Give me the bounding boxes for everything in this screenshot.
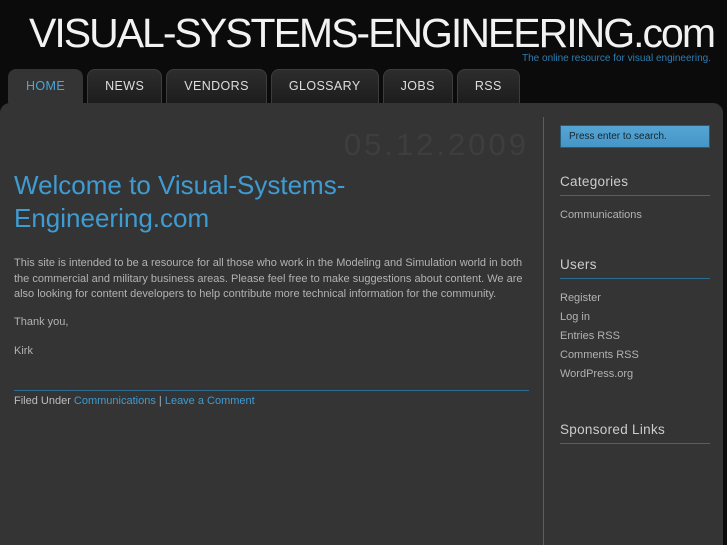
page: VISUAL-SYSTEMS-ENGINEERING.com The onlin… bbox=[0, 0, 727, 545]
tab-jobs[interactable]: JOBS bbox=[382, 69, 453, 103]
leave-comment-link[interactable]: Leave a Comment bbox=[165, 395, 255, 407]
list-item: Entries RSS bbox=[560, 326, 710, 345]
filed-under-label: Filed Under bbox=[14, 394, 71, 407]
sidebar: Categories Communications Users Register… bbox=[543, 117, 723, 545]
category-link[interactable]: Communications bbox=[74, 395, 156, 407]
post-footer: Filed Under Communications | Leave a Com… bbox=[14, 395, 529, 407]
post-article: 05.12.2009 Welcome to Visual-Systems- En… bbox=[0, 103, 543, 545]
tab-vendors[interactable]: VENDORS bbox=[166, 69, 267, 103]
sidebar-link-comments-rss[interactable]: Comments RSS bbox=[560, 349, 639, 361]
sidebar-link-wordpress-org[interactable]: WordPress.org bbox=[560, 368, 633, 380]
post-thanks: Thank you, bbox=[14, 315, 69, 328]
main-nav: HOME NEWS VENDORS GLOSSARY JOBS RSS bbox=[8, 69, 727, 103]
footer-separator: | bbox=[158, 394, 162, 407]
sidebar-section-categories: Categories Communications bbox=[560, 174, 710, 224]
post-date-watermark: 05.12.2009 bbox=[343, 127, 529, 162]
site-header: VISUAL-SYSTEMS-ENGINEERING.com The onlin… bbox=[0, 0, 727, 64]
tab-home[interactable]: HOME bbox=[8, 69, 84, 103]
list-item: WordPress.org bbox=[560, 364, 710, 383]
sidebar-heading-categories: Categories bbox=[560, 174, 710, 196]
content-panel: 05.12.2009 Welcome to Visual-Systems- En… bbox=[0, 103, 723, 545]
tab-glossary[interactable]: GLOSSARY bbox=[270, 69, 379, 103]
sidebar-link-login[interactable]: Log in bbox=[560, 311, 590, 323]
sidebar-section-sponsored-links: Sponsored Links bbox=[560, 422, 710, 444]
sidebar-section-users: Users Register Log in Entries RSS Commen… bbox=[560, 257, 710, 383]
sidebar-heading-users: Users bbox=[560, 257, 710, 279]
post-body: This site is intended to be a resource f… bbox=[14, 257, 523, 300]
sidebar-link-register[interactable]: Register bbox=[560, 292, 601, 304]
list-item: Communications bbox=[560, 205, 710, 224]
sidebar-heading-sponsored-links: Sponsored Links bbox=[560, 422, 710, 444]
sidebar-link-entries-rss[interactable]: Entries RSS bbox=[560, 330, 620, 342]
site-title: VISUAL-SYSTEMS-ENGINEERING.com bbox=[29, 10, 716, 56]
tab-news[interactable]: NEWS bbox=[87, 69, 163, 103]
sidebar-link-communications[interactable]: Communications bbox=[560, 209, 642, 221]
search-input[interactable] bbox=[560, 125, 710, 148]
post-signature: Kirk bbox=[14, 344, 33, 357]
post-title: Welcome to Visual-Systems- Engineering.c… bbox=[14, 170, 346, 233]
post-footer-divider bbox=[14, 389, 529, 391]
list-item: Register bbox=[560, 288, 710, 307]
list-item: Log in bbox=[560, 307, 710, 326]
tab-rss[interactable]: RSS bbox=[456, 69, 520, 103]
list-item: Comments RSS bbox=[560, 345, 710, 364]
